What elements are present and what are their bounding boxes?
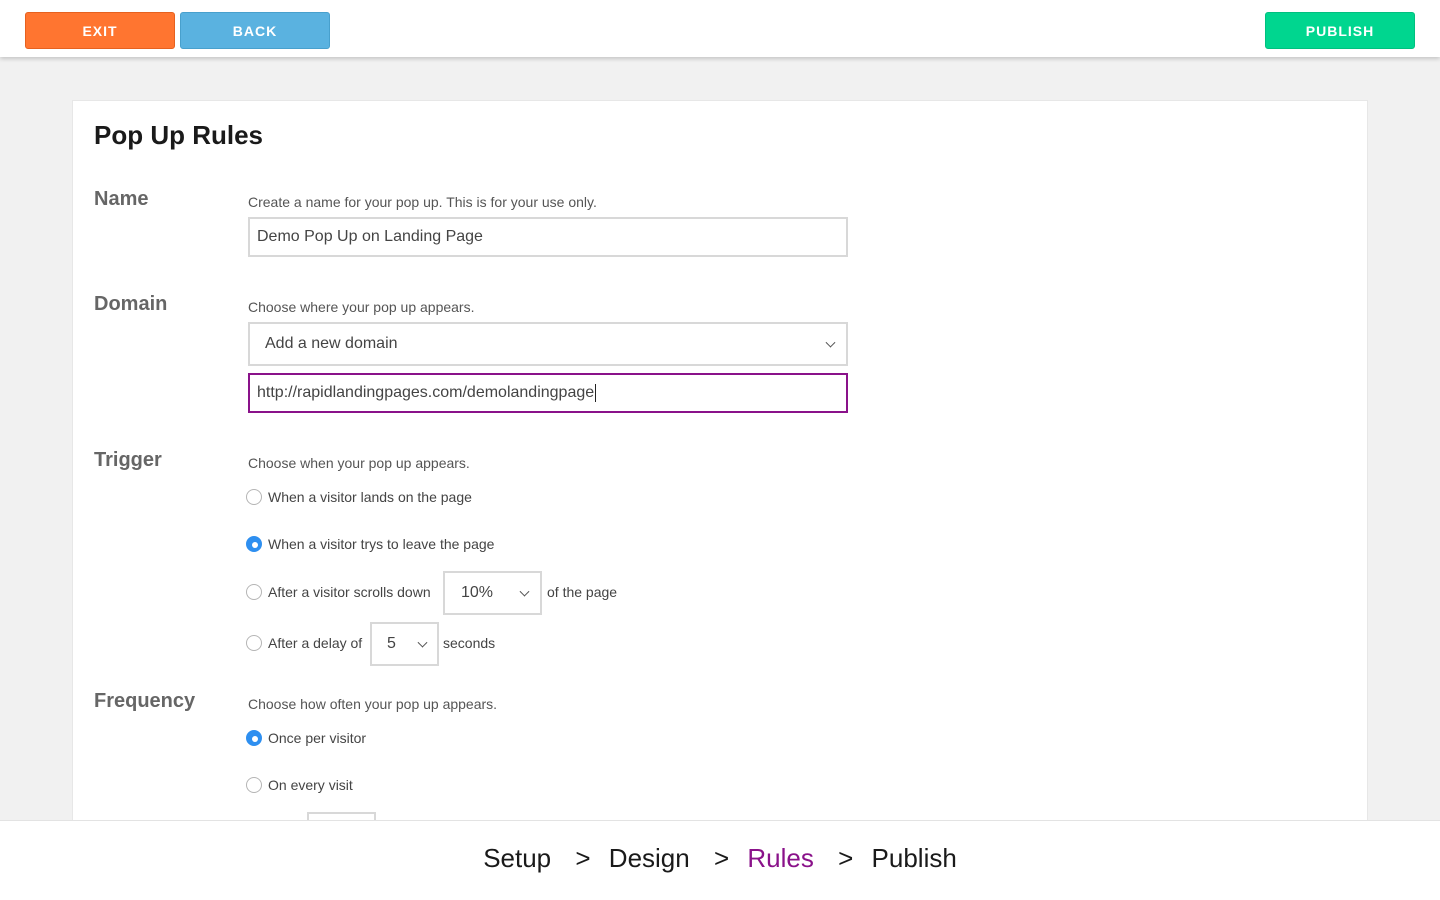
- publish-button[interactable]: PUBLISH: [1265, 12, 1415, 49]
- frequency-option-label: On every visit: [268, 777, 353, 793]
- scroll-suffix: of the page: [547, 584, 617, 600]
- delay-suffix: seconds: [443, 635, 495, 651]
- text-caret: [595, 384, 597, 402]
- domain-url-input[interactable]: http://rapidlandingpages.com/demolanding…: [248, 373, 848, 413]
- frequency-hint: Choose how often your pop up appears.: [248, 696, 498, 712]
- step-footer: Setup > Design > Rules > Publish: [0, 820, 1440, 900]
- trigger-option-label: When a visitor trys to leave the page: [268, 536, 495, 552]
- domain-section-label: Domain: [94, 293, 168, 315]
- domain-url-value: http://rapidlandingpages.com/demolanding…: [257, 384, 595, 401]
- step-separator: >: [575, 843, 591, 873]
- step-rules[interactable]: Rules: [747, 843, 813, 873]
- radio-button[interactable]: [246, 584, 262, 600]
- popup-name-input[interactable]: Demo Pop Up on Landing Page: [248, 217, 848, 257]
- popup-name-value: Demo Pop Up on Landing Page: [257, 228, 483, 245]
- step-separator: >: [713, 843, 730, 873]
- step-publish[interactable]: Publish: [872, 843, 957, 873]
- scroll-percent-value: 10%: [461, 584, 494, 601]
- radio-button[interactable]: [246, 489, 262, 505]
- trigger-hint: Choose when your pop up appears.: [248, 455, 470, 471]
- domain-select[interactable]: Add a new domain: [248, 322, 848, 366]
- frequency-option-label: Once per visitor: [268, 730, 367, 746]
- trigger-option-label: After a visitor scrolls down: [268, 584, 431, 600]
- trigger-option-label: When a visitor lands on the page: [268, 489, 472, 505]
- step-separator: >: [838, 843, 854, 873]
- trigger-section-label: Trigger: [94, 449, 162, 471]
- radio-button-checked[interactable]: [246, 730, 262, 746]
- scroll-percent-select[interactable]: 10%: [443, 571, 542, 615]
- domain-hint: Choose where your pop up appears.: [248, 299, 475, 315]
- scroll-suffix-label: of the page: [547, 584, 618, 600]
- exit-button[interactable]: EXIT: [25, 12, 175, 49]
- chevron-down-icon: [519, 586, 530, 597]
- frequency-option-every[interactable]: On every visit: [246, 777, 353, 793]
- step-setup[interactable]: Setup: [483, 843, 551, 873]
- trigger-option-delay[interactable]: After a delay of: [246, 635, 362, 651]
- trigger-option-label: After a delay of: [268, 635, 363, 651]
- delay-suffix-label: seconds: [443, 635, 496, 651]
- name-section-label: Name: [94, 188, 149, 210]
- chevron-down-icon: [825, 337, 836, 348]
- delay-seconds-select[interactable]: 5: [370, 622, 439, 666]
- radio-button[interactable]: [246, 777, 262, 793]
- step-design[interactable]: Design: [609, 843, 690, 873]
- page-title: Pop Up Rules: [94, 120, 264, 150]
- trigger-option-lands[interactable]: When a visitor lands on the page: [246, 489, 472, 505]
- domain-select-value: Add a new domain: [265, 335, 398, 352]
- radio-button[interactable]: [246, 635, 262, 651]
- delay-seconds-value: 5: [387, 635, 396, 652]
- back-button[interactable]: BACK: [180, 12, 330, 49]
- name-hint: Create a name for your pop up. This is f…: [248, 194, 597, 210]
- step-breadcrumb: Setup > Design > Rules > Publish: [0, 843, 1440, 874]
- chevron-down-icon: [417, 637, 428, 648]
- top-toolbar: EXIT BACK PUBLISH: [0, 0, 1440, 57]
- frequency-section-label: Frequency: [94, 690, 196, 712]
- frequency-option-once[interactable]: Once per visitor: [246, 730, 366, 746]
- trigger-option-leave[interactable]: When a visitor trys to leave the page: [246, 536, 494, 552]
- rules-card: Pop Up Rules Name Create a name for your…: [72, 100, 1368, 860]
- trigger-option-scroll[interactable]: After a visitor scrolls down: [246, 584, 431, 600]
- radio-button-checked[interactable]: [246, 536, 262, 552]
